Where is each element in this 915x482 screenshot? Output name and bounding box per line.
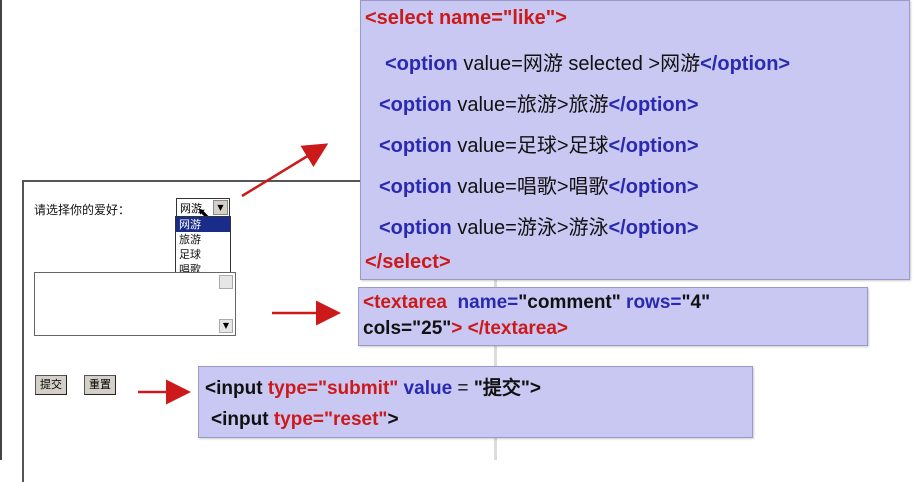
equals: = xyxy=(452,378,474,399)
input-end: > xyxy=(387,409,399,430)
input-end: > xyxy=(529,378,541,399)
attr-value-value: "提交" xyxy=(473,378,530,399)
attr-value-name: value xyxy=(398,378,453,399)
attr-cols: cols= xyxy=(363,318,413,339)
textarea-close-tag: > </textarea> xyxy=(451,318,569,339)
attr-name: name= xyxy=(446,292,519,313)
option-attrs: value=足球>足球 xyxy=(451,135,609,157)
select-code-panel: <select name="like"> <option value=网游 se… xyxy=(360,0,910,280)
option-open-tag: <option xyxy=(379,135,452,157)
select-close-tag: </select> xyxy=(365,251,451,273)
option-close-tag: </option> xyxy=(700,53,791,75)
select-open-tag: <select name="like"> xyxy=(365,7,567,29)
option-attrs: value=唱歌>唱歌 xyxy=(451,176,609,198)
option-open-tag: <option xyxy=(379,94,452,116)
input-tag: <input xyxy=(205,378,268,399)
textarea-code-panel: <textarea name="comment" rows="4" cols="… xyxy=(358,287,868,346)
textarea-open-tag: <textarea xyxy=(363,292,447,313)
option-close-tag: </option> xyxy=(608,217,699,239)
attr-type: type= xyxy=(273,409,324,430)
attr-type: type= xyxy=(267,378,318,399)
option-close-tag: </option> xyxy=(608,135,699,157)
option-attrs: value=网游 selected >网游 xyxy=(457,53,701,75)
attr-cols-value: "25" xyxy=(412,318,452,339)
option-attrs: value=旅游>旅游 xyxy=(451,94,609,116)
attr-rows-value: "4" xyxy=(681,292,711,313)
attr-type-value: "reset" xyxy=(323,409,388,430)
option-open-tag: <option xyxy=(379,217,452,239)
option-attrs: value=游泳>游泳 xyxy=(451,217,609,239)
option-close-tag: </option> xyxy=(608,176,699,198)
option-close-tag: </option> xyxy=(608,94,699,116)
option-open-tag: <option xyxy=(385,53,458,75)
attr-value: "comment" xyxy=(518,292,621,313)
attr-type-value: "submit" xyxy=(317,378,399,399)
option-open-tag: <option xyxy=(379,176,452,198)
arrow-select xyxy=(241,143,329,198)
attr-rows: rows= xyxy=(620,292,682,313)
input-code-panel: <input type="submit" value = "提交"> <inpu… xyxy=(198,366,753,438)
input-tag: <input xyxy=(211,409,274,430)
